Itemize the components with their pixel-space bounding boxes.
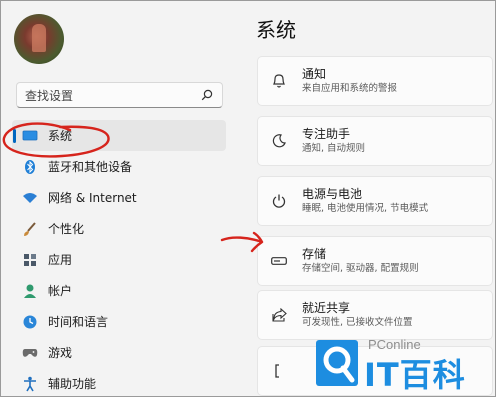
sidebar-item-gaming[interactable]: 游戏	[12, 337, 226, 368]
sidebar-item-label: 游戏	[48, 346, 73, 360]
card-title: 通知	[302, 66, 327, 81]
monitor-icon	[22, 128, 38, 144]
sidebar-item-label: 时间和语言	[48, 315, 109, 329]
sidebar-item-personalization[interactable]: 个性化	[12, 213, 226, 244]
wifi-icon	[22, 190, 38, 206]
sidebar-item-time-language[interactable]: 时间和语言	[12, 306, 226, 337]
sidebar-item-label: 蓝牙和其他设备	[48, 160, 133, 174]
card-subtitle: 来自应用和系统的警报	[302, 82, 398, 94]
search-box[interactable]: 查找设置	[16, 82, 223, 108]
card-title: 存储	[302, 246, 327, 261]
bell-icon	[270, 72, 288, 90]
power-icon	[270, 192, 288, 210]
sidebar-item-label: 应用	[48, 253, 73, 267]
sidebar: 查找设置 系统 蓝牙和其他设备 网络 & Internet 个性化 应用 帐户 …	[0, 0, 240, 397]
accessibility-icon	[22, 376, 38, 392]
card-subtitle: 存储空间, 驱动器, 配置规则	[302, 262, 419, 274]
card-title: 就近共享	[302, 300, 351, 315]
avatar[interactable]	[14, 14, 64, 64]
brush-icon	[22, 221, 38, 237]
card-subtitle: 通知, 自动规则	[302, 142, 366, 154]
sidebar-item-bluetooth[interactable]: 蓝牙和其他设备	[12, 151, 226, 182]
moon-icon	[270, 132, 288, 150]
watermark-logo: IT百科	[364, 356, 466, 394]
bluetooth-icon	[22, 159, 38, 175]
multitasking-icon	[270, 362, 288, 380]
sidebar-nav: 系统 蓝牙和其他设备 网络 & Internet 个性化 应用 帐户 时间和语言…	[12, 120, 226, 397]
gamepad-icon	[22, 345, 38, 361]
settings-card-power[interactable]: 电源与电池 睡眠, 电池使用情况, 节电模式	[257, 176, 493, 226]
watermark-badge	[316, 340, 358, 386]
settings-card-notifications[interactable]: 通知 来自应用和系统的警报	[257, 56, 493, 106]
card-title: 专注助手	[302, 126, 351, 141]
sidebar-item-system[interactable]: 系统	[12, 120, 226, 151]
sidebar-item-label: 辅助功能	[48, 377, 97, 391]
storage-icon	[270, 252, 288, 270]
sidebar-item-label: 个性化	[48, 222, 85, 236]
page-title: 系统	[256, 18, 296, 42]
person-icon	[22, 283, 38, 299]
settings-card-focus-assist[interactable]: 专注助手 通知, 自动规则	[257, 116, 493, 166]
sidebar-item-label: 帐户	[48, 284, 73, 298]
settings-card-nearby-sharing[interactable]: 就近共享 可发现性, 已接收文件位置	[257, 290, 493, 340]
sidebar-item-network[interactable]: 网络 & Internet	[12, 182, 226, 213]
sidebar-item-accessibility[interactable]: 辅助功能	[12, 368, 226, 397]
search-input[interactable]: 查找设置	[25, 87, 200, 104]
sidebar-item-label: 网络 & Internet	[48, 191, 137, 205]
card-title: 电源与电池	[302, 186, 363, 201]
sidebar-item-label: 系统	[48, 129, 73, 143]
card-subtitle: 睡眠, 电池使用情况, 节电模式	[302, 202, 429, 214]
sidebar-item-apps[interactable]: 应用	[12, 244, 226, 275]
sidebar-item-accounts[interactable]: 帐户	[12, 275, 226, 306]
globe-clock-icon	[22, 314, 38, 330]
share-icon	[270, 306, 288, 324]
card-subtitle: 可发现性, 已接收文件位置	[302, 316, 413, 328]
settings-card-storage[interactable]: 存储 存储空间, 驱动器, 配置规则	[257, 236, 493, 286]
apps-icon	[22, 252, 38, 268]
search-icon[interactable]	[200, 88, 214, 102]
